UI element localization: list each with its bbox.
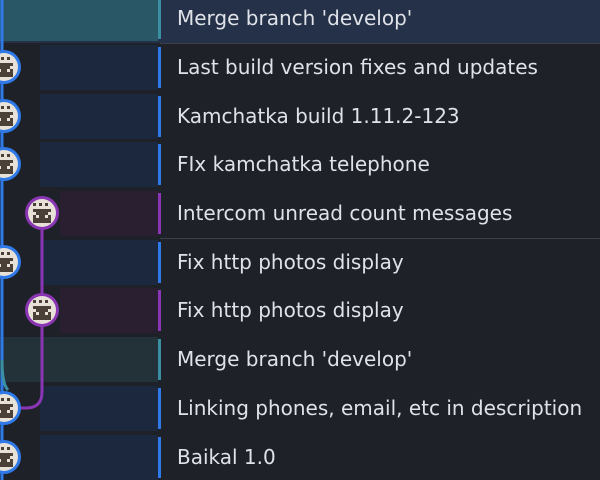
commit-avatar-icon[interactable] [0, 147, 21, 181]
commit-message: Intercom unread count messages [177, 201, 513, 225]
branch-graph [0, 0, 59, 480]
commit-graph-panel: Merge branch 'develop' Last build versio… [0, 0, 600, 480]
commit-message: Fix http photos display [177, 250, 404, 274]
commit-message: Last build version fixes and updates [177, 55, 538, 79]
commit-message: Kamchatka build 1.11.2-123 [177, 104, 460, 128]
commit-avatar-icon[interactable] [0, 50, 21, 84]
commit-avatar-icon[interactable] [0, 391, 21, 425]
commit-avatar-icon[interactable] [0, 245, 21, 279]
commit-message: Linking phones, email, etc in descriptio… [177, 396, 583, 420]
commit-message: FIx kamchatka telephone [177, 152, 430, 176]
commit-message: Merge branch 'develop' [177, 347, 413, 371]
commit-avatar-icon[interactable] [0, 440, 21, 474]
commit-message: Fix http photos display [177, 298, 404, 322]
commit-avatar-icon[interactable] [25, 196, 59, 230]
commit-avatar-icon[interactable] [0, 99, 21, 133]
commit-message: Baikal 1.0 [177, 445, 276, 469]
commit-message: Merge branch 'develop' [177, 6, 413, 30]
commit-avatar-icon[interactable] [25, 293, 59, 327]
